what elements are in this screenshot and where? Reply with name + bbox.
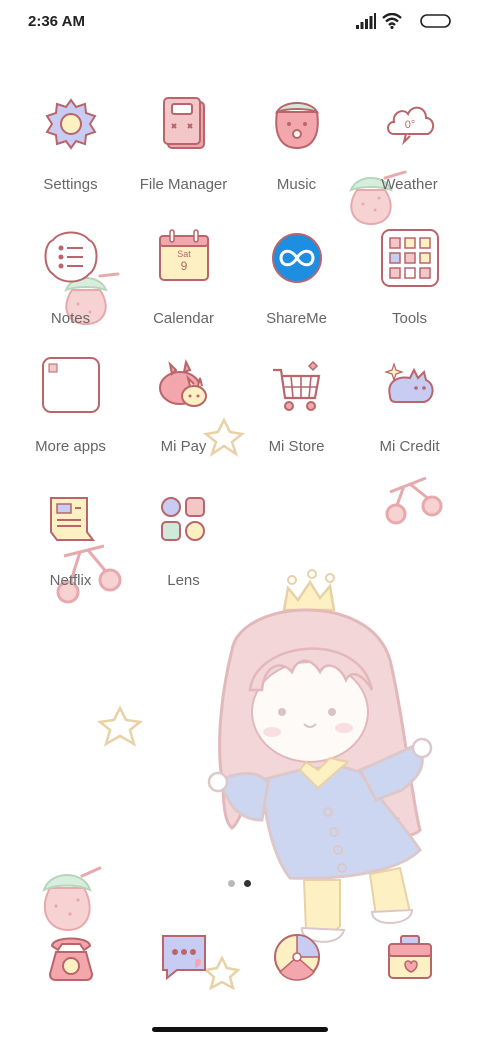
app-lens[interactable]: Lens <box>127 490 240 600</box>
page-dot-current[interactable] <box>244 880 251 887</box>
app-weather[interactable]: 0° Weather <box>353 94 466 204</box>
app-shareme[interactable]: ShareMe <box>240 228 353 338</box>
app-settings[interactable]: Settings <box>14 94 127 204</box>
app-netflix[interactable]: Netflix <box>14 490 127 600</box>
ball-icon[interactable] <box>270 930 324 984</box>
status-bar: 2:36 AM <box>0 0 480 44</box>
app-label: More apps <box>35 438 106 455</box>
tools-grid-icon <box>380 229 439 287</box>
app-tools[interactable]: Tools <box>353 228 466 338</box>
app-label: ShareMe <box>266 310 327 327</box>
message-icon[interactable] <box>157 930 211 984</box>
lens-shapes-icon <box>160 497 205 541</box>
bunny-wallet-icon <box>158 358 207 407</box>
app-label: Notes <box>50 310 91 327</box>
app-label: File Manager <box>139 176 228 193</box>
page-dot[interactable] <box>228 880 235 887</box>
strawberry-decoration <box>42 866 102 932</box>
infinity-icon <box>271 233 322 283</box>
weather-glyph: 0° <box>404 119 415 131</box>
notes-icon <box>44 231 97 283</box>
app-mi-credit[interactable]: Mi Credit <box>353 356 466 466</box>
folder-icon <box>162 97 205 149</box>
app-label: Mi Store <box>268 438 325 455</box>
home-gesture-bar[interactable] <box>152 1027 328 1032</box>
app-mi-store[interactable]: Mi Store <box>240 356 353 466</box>
strawberry-music-icon <box>274 102 319 150</box>
app-label: Mi Pay <box>160 438 207 455</box>
status-icons <box>356 13 452 31</box>
phone-icon[interactable] <box>44 930 98 984</box>
cherry-decoration <box>385 476 443 525</box>
app-label: Weather <box>381 176 438 193</box>
gear-icon <box>44 98 97 150</box>
app-label: Calendar <box>153 310 214 327</box>
status-time: 2:36 AM <box>28 13 85 30</box>
scroll-icon <box>49 497 95 541</box>
app-notes[interactable]: Notes <box>14 228 127 338</box>
more-apps-folder-icon <box>41 357 100 413</box>
cloud-icon: 0° <box>386 106 434 146</box>
girl-illustration <box>207 569 433 943</box>
app-mi-pay[interactable]: Mi Pay <box>127 356 240 466</box>
calendar-date: 9 <box>180 259 187 273</box>
app-label: Mi Credit <box>379 438 440 455</box>
app-label: Music <box>276 176 317 193</box>
cat-card-icon <box>383 362 433 403</box>
cart-icon <box>272 360 320 411</box>
wifi-icon <box>382 13 402 29</box>
battery-icon <box>420 14 451 28</box>
calendar-icon: Sat 9 <box>158 229 209 281</box>
app-label: Tools <box>391 310 428 327</box>
app-more-apps[interactable]: More apps <box>14 356 127 466</box>
app-label: Settings <box>43 176 98 193</box>
camera-icon[interactable] <box>383 930 437 984</box>
app-calendar[interactable]: Sat 9 Calendar <box>127 228 240 338</box>
calendar-day: Sat <box>177 249 191 259</box>
app-music[interactable]: Music <box>240 94 353 204</box>
signal-icon <box>356 13 376 29</box>
app-label: Netflix <box>49 572 92 589</box>
app-label: Lens <box>167 572 200 589</box>
app-file-manager[interactable]: File Manager <box>127 94 240 204</box>
